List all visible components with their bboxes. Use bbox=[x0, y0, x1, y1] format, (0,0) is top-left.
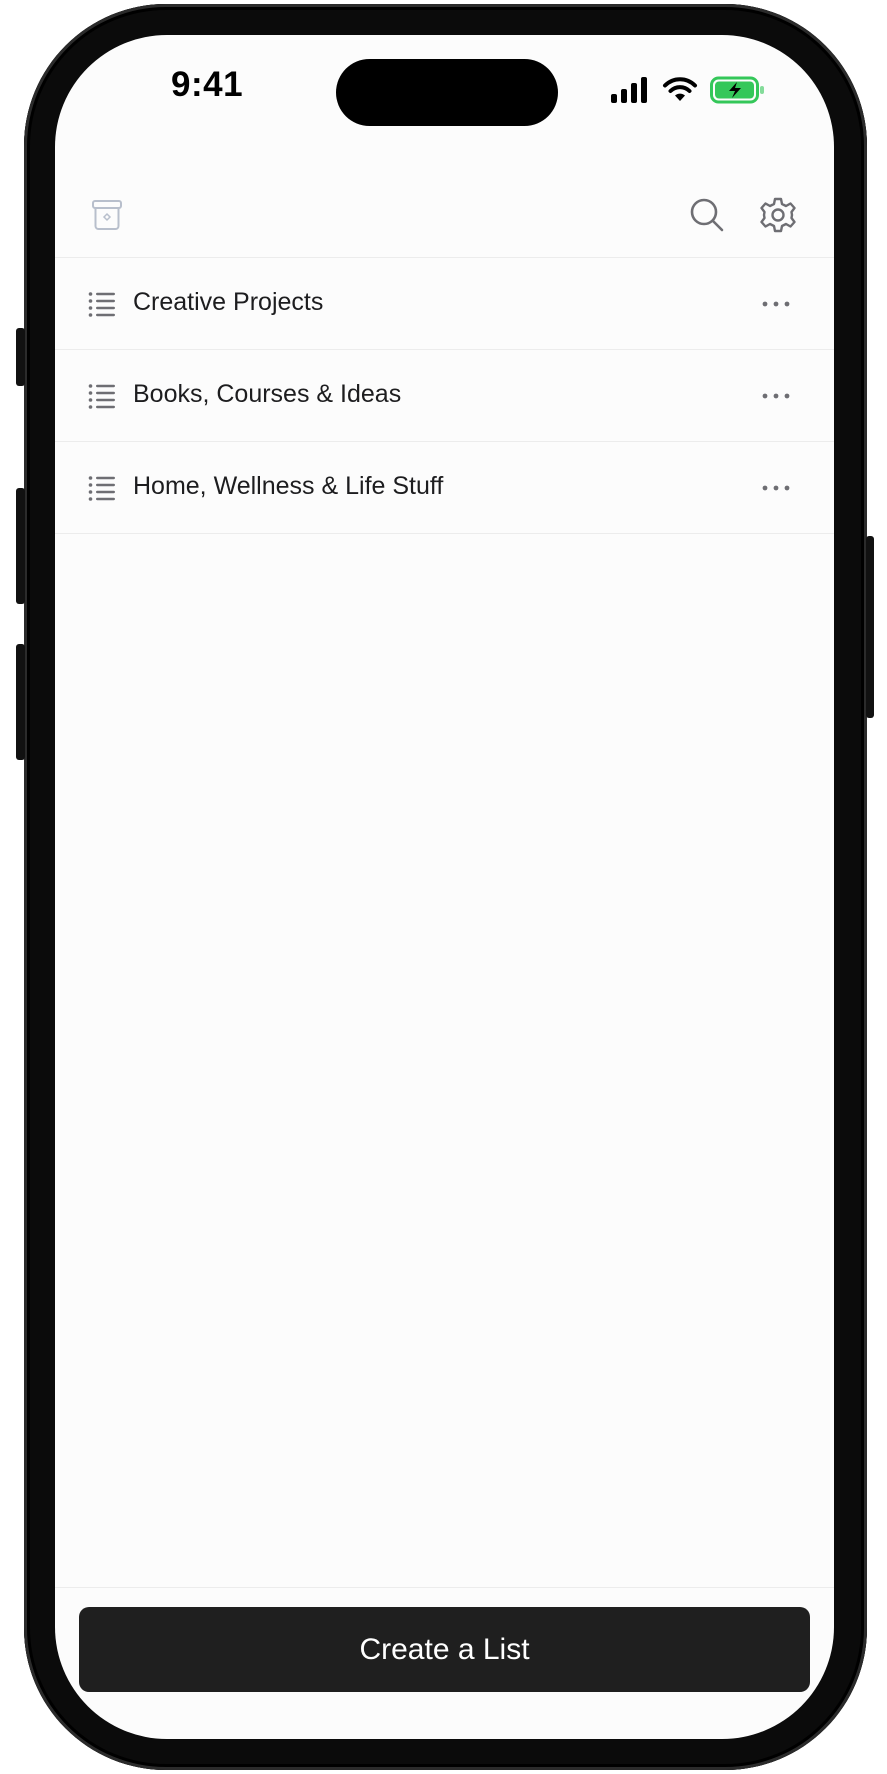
more-icon[interactable] bbox=[761, 294, 791, 314]
list-label: Creative Projects bbox=[133, 288, 324, 316]
create-list-button[interactable]: Create a List bbox=[79, 1607, 810, 1692]
list-item[interactable]: Home, Wellness & Life Stuff bbox=[55, 442, 834, 534]
volume-down-button bbox=[16, 644, 25, 760]
top-toolbar bbox=[55, 175, 834, 258]
more-icon[interactable] bbox=[761, 386, 791, 406]
app-screen: 9:41 Creative Projects Books, Courses & … bbox=[55, 35, 834, 1739]
volume-up-button bbox=[16, 488, 25, 604]
cellular-signal-icon bbox=[611, 77, 647, 103]
archive-box-icon[interactable] bbox=[87, 195, 127, 235]
gear-icon[interactable] bbox=[758, 195, 798, 235]
action-button bbox=[16, 328, 25, 386]
battery-charging-icon bbox=[710, 76, 764, 104]
list-icon bbox=[88, 476, 115, 501]
more-icon[interactable] bbox=[761, 478, 791, 498]
list-item[interactable]: Books, Courses & Ideas bbox=[55, 350, 834, 442]
list-icon bbox=[88, 292, 115, 317]
status-time: 9:41 bbox=[171, 65, 244, 104]
search-icon[interactable] bbox=[687, 195, 727, 235]
status-icons bbox=[610, 75, 766, 105]
list-label: Books, Courses & Ideas bbox=[133, 380, 402, 408]
dynamic-island bbox=[336, 59, 558, 126]
wifi-icon bbox=[663, 77, 697, 101]
list-item[interactable]: Creative Projects bbox=[55, 258, 834, 350]
list-label: Home, Wellness & Life Stuff bbox=[133, 472, 444, 500]
lists-container: Creative Projects Books, Courses & Ideas bbox=[55, 258, 834, 534]
footer-divider bbox=[55, 1587, 834, 1588]
list-icon bbox=[88, 384, 115, 409]
power-button bbox=[866, 536, 874, 718]
status-bar: 9:41 bbox=[55, 35, 834, 135]
